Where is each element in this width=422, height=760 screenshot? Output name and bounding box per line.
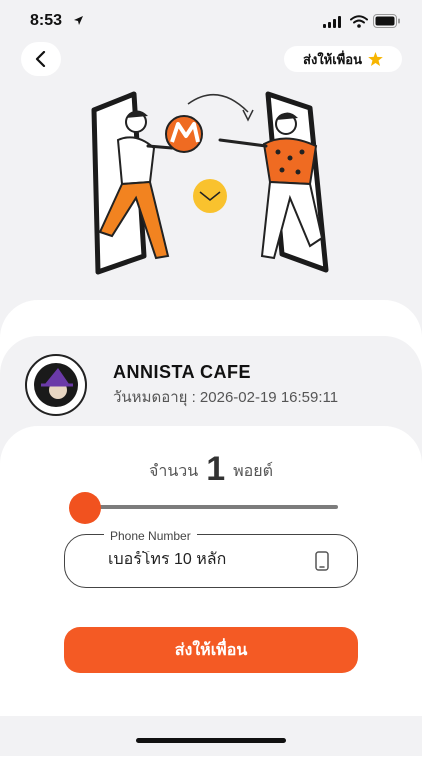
shop-name: ANNISTA CAFE (113, 362, 251, 382)
home-indicator[interactable] (136, 738, 286, 743)
points-amount: จำนวน 1 พอยต์ (0, 450, 422, 489)
smartphone-icon (315, 551, 329, 571)
phone-number-input[interactable] (108, 551, 308, 569)
phone-number-label: Phone Number (104, 529, 197, 543)
points-slider-handle[interactable] (69, 492, 101, 524)
points-slider-track[interactable] (86, 505, 338, 509)
points-value: 1 (206, 450, 226, 488)
send-to-friend-button[interactable]: ส่งให้เพื่อน (64, 627, 358, 673)
points-unit: พอยต์ (233, 463, 274, 480)
wifi-icon (350, 15, 368, 28)
shop-logo (25, 354, 87, 416)
points-label: จำนวน (148, 463, 199, 480)
back-button[interactable] (21, 42, 61, 76)
share-to-friend-chip[interactable]: ส่งให้เพื่อน (284, 46, 402, 72)
envelope-coin-illustration (193, 179, 227, 213)
ball-illustration (165, 115, 203, 153)
transfer-illustration (91, 91, 329, 275)
chevron-left-icon (35, 51, 46, 67)
share-chip-label: ส่งให้เพื่อน (303, 51, 362, 67)
cellular-signal-icon (323, 16, 341, 28)
location-arrow-icon (74, 16, 83, 25)
expiry-date: วันหมดอายุ : 2026-02-19 16:59:11 (113, 389, 339, 406)
status-time: 8:53 (30, 12, 63, 29)
star-icon (368, 52, 383, 66)
bottom-area (0, 716, 422, 750)
status-bar: 8:53 (0, 0, 422, 44)
battery-icon (373, 14, 400, 28)
